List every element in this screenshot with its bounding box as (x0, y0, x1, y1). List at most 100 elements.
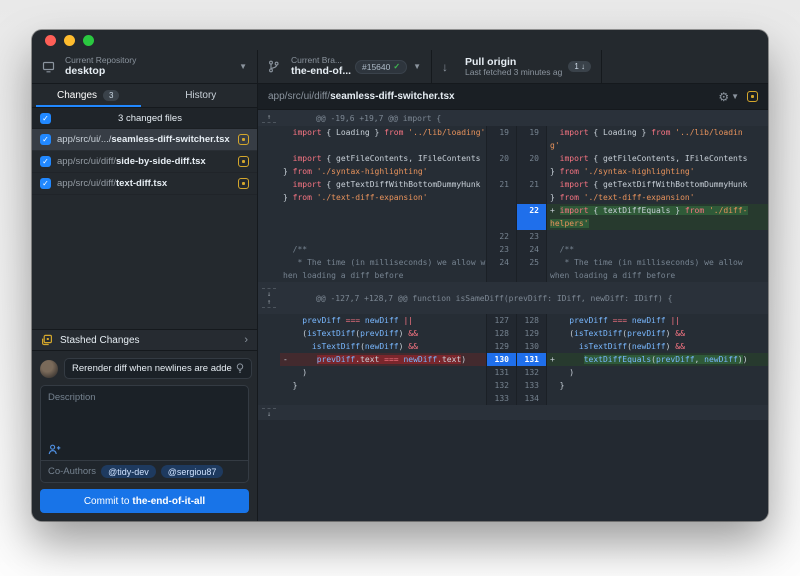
toolbar-spacer (602, 50, 768, 83)
diff-line-number[interactable]: 133 (486, 392, 516, 405)
diff-code-line (280, 392, 486, 405)
chevron-down-icon: ▼ (239, 62, 247, 71)
repository-label: Current Repository (65, 56, 233, 66)
diff-line-number[interactable]: 20 (486, 152, 516, 178)
diff-line-number[interactable]: 127 (486, 314, 516, 327)
diff-code-line[interactable]: + import { textDiffEquals } from './diff… (546, 204, 768, 230)
file-checkbox[interactable]: ✓ (40, 134, 51, 145)
modified-status-icon (238, 156, 249, 167)
diff-expand-margin (258, 230, 280, 243)
file-row[interactable]: ✓ app/src/ui/diff/text-diff.tsx (32, 173, 257, 195)
lightbulb-icon[interactable] (236, 363, 244, 374)
coauthors-row: Co-Authors @tidy-dev @sergiou87 (40, 461, 249, 483)
coauthor-pill[interactable]: @sergiou87 (161, 465, 224, 478)
chevron-down-icon[interactable]: ▼ (731, 92, 739, 101)
diff-line-number[interactable]: 130 (516, 340, 546, 353)
diff-line-number[interactable]: 128 (486, 327, 516, 340)
add-coauthor-icon[interactable] (48, 444, 61, 455)
diff-line-number[interactable]: 21 (516, 178, 546, 204)
repository-name: desktop (65, 65, 233, 77)
commit-summary-input[interactable]: Rerender diff when newlines are adde (64, 358, 252, 379)
file-row[interactable]: ✓app/src/ui/.../seamless-diff-switcher.t… (32, 129, 257, 151)
expand-down-icon[interactable]: ↓ (262, 288, 276, 298)
diff-line-number[interactable]: 128 (516, 314, 546, 327)
pull-origin-button[interactable]: ↓ Pull origin Last fetched 3 minutes ago… (432, 50, 602, 83)
diff-line-number[interactable]: 25 (516, 256, 546, 282)
file-list: ✓app/src/ui/.../seamless-diff-switcher.t… (32, 129, 257, 195)
diff-line-number[interactable]: 19 (486, 126, 516, 152)
hunk-header-text: @@ -127,7 +128,7 @@ function isSameDiff(… (280, 282, 768, 314)
diff-line-number[interactable]: 132 (486, 379, 516, 392)
diff-line-number[interactable]: 23 (516, 230, 546, 243)
pull-subtitle: Last fetched 3 minutes ago (465, 68, 562, 78)
chevron-down-icon: ▼ (413, 62, 421, 71)
expand-up-icon[interactable]: ↑ (262, 298, 276, 308)
file-checkbox[interactable]: ✓ (40, 156, 51, 167)
pull-request-badge[interactable]: #15640 ✓ (355, 60, 407, 74)
diff-line-number[interactable]: 133 (516, 379, 546, 392)
gear-icon[interactable]: ⚙ (718, 91, 729, 103)
diff-line-number[interactable]: 24 (516, 243, 546, 256)
select-all-checkbox[interactable]: ✓ (40, 113, 51, 124)
diff-row: 133134 (258, 392, 768, 405)
diff-line-number[interactable]: 129 (486, 340, 516, 353)
diff-line-number[interactable]: 134 (516, 392, 546, 405)
diff-row: import { Loading } from '../lib/loading'… (258, 126, 768, 152)
diff-row: import { getTextDiffWithBottomDummyHunk … (258, 178, 768, 204)
commit-button[interactable]: Commit to the-end-of-it-all (40, 489, 249, 513)
file-list-empty-space (32, 195, 257, 329)
minimize-window-button[interactable] (64, 35, 75, 46)
diff-line-number[interactable]: 22 (516, 204, 546, 230)
diff-line-number[interactable] (486, 204, 516, 230)
diff-code-line[interactable]: + textDiffEquals(prevDiff, newDiff)) (546, 353, 768, 366)
description-placeholder: Description (48, 392, 96, 403)
app-window: Current Repository desktop ▼ Current Bra… (32, 30, 768, 521)
current-branch-button[interactable]: Current Bra... the-end-of... #15640 ✓ ▼ (258, 50, 432, 83)
coauthor-pills: @tidy-dev @sergiou87 (101, 465, 223, 478)
modified-status-icon (238, 134, 249, 145)
commit-description-input[interactable]: Description (40, 385, 249, 461)
diff-code-line[interactable]: - prevDiff.text === newDiff.text) (280, 353, 486, 366)
diff-expand-margin (258, 366, 280, 379)
branch-text: Current Bra... the-end-of... (291, 56, 351, 78)
diff-file-path: app/src/ui/diff/seamless-diff-switcher.t… (268, 91, 718, 102)
diff-line-number[interactable]: 24 (486, 256, 516, 282)
current-repository-button[interactable]: Current Repository desktop ▼ (32, 50, 258, 83)
diff-expand-margin (258, 392, 280, 405)
tab-changes[interactable]: Changes 3 (32, 84, 145, 107)
file-checkbox[interactable]: ✓ (40, 178, 51, 189)
diff-line-number[interactable]: 131 (516, 353, 546, 366)
diff-row: )131132 ) (258, 366, 768, 379)
coauthors-label: Co-Authors (48, 466, 96, 477)
zoom-window-button[interactable] (83, 35, 94, 46)
diff-line-number[interactable]: 21 (486, 178, 516, 204)
stashed-changes-row[interactable]: Stashed Changes › (32, 329, 257, 351)
diff-expand-margin (258, 327, 280, 340)
expand-down-icon[interactable]: ↓ (262, 408, 276, 418)
changes-sidebar: Changes 3 History ✓ 3 changed files ✓app… (32, 84, 258, 521)
expand-up-icon[interactable]: ↑ (262, 113, 276, 123)
file-row[interactable]: ✓app/src/ui/diff/side-by-side-diff.tsx (32, 151, 257, 173)
diff-line-number[interactable]: 132 (516, 366, 546, 379)
tab-history[interactable]: History (145, 84, 258, 107)
diff-line-number[interactable]: 129 (516, 327, 546, 340)
diff-line-number[interactable]: 23 (486, 243, 516, 256)
toolbar: Current Repository desktop ▼ Current Bra… (32, 50, 768, 84)
diff-line-number[interactable]: 19 (516, 126, 546, 152)
close-window-button[interactable] (45, 35, 56, 46)
arrow-down-icon: ↓ (442, 60, 458, 74)
coauthor-pill[interactable]: @tidy-dev (101, 465, 156, 478)
diff-code-line (280, 204, 486, 230)
sidebar-tabs: Changes 3 History (32, 84, 257, 108)
diff-line-number[interactable]: 20 (516, 152, 546, 178)
titlebar (32, 30, 768, 50)
diff-line-number[interactable]: 130 (486, 353, 516, 366)
diff-row: - prevDiff.text === newDiff.text)130131+… (258, 353, 768, 366)
diff-line-number[interactable]: 22 (486, 230, 516, 243)
pull-text: Pull origin Last fetched 3 minutes ago (465, 56, 562, 78)
file-path-label: app/src/ui/diff/text-diff.tsx (57, 178, 232, 189)
pull-title: Pull origin (465, 56, 562, 68)
diff-code-line: prevDiff === newDiff || (280, 314, 486, 327)
diff-line-number[interactable]: 131 (486, 366, 516, 379)
diff-expand-margin: ↑ (258, 110, 280, 126)
